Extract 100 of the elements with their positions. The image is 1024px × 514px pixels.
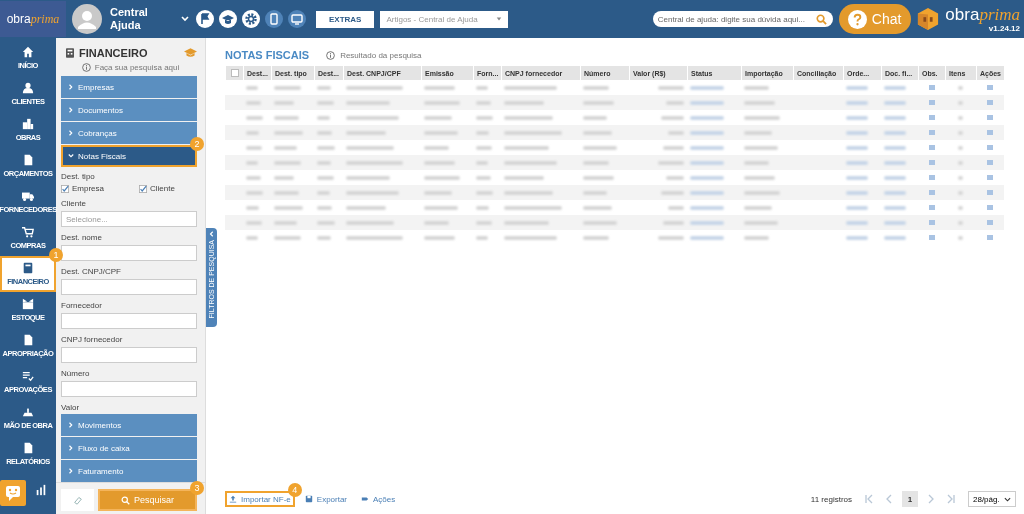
field-label: Dest. nome — [61, 233, 103, 243]
blurred-text — [317, 190, 330, 195]
blurred-text — [583, 205, 612, 210]
blurred-text — [668, 130, 684, 135]
caret-icon — [496, 16, 503, 22]
blurred-icon — [928, 235, 935, 240]
action-link[interactable]: Exportar — [300, 491, 352, 507]
blurred-text — [317, 160, 331, 165]
action-link[interactable]: Ações — [357, 491, 400, 507]
input-field[interactable] — [61, 245, 197, 261]
blurred-text — [884, 85, 906, 90]
blurred-text — [346, 175, 390, 180]
blurred-icon — [987, 220, 993, 225]
field-label: CNPJ fornecedor — [61, 335, 124, 345]
blurred-text — [317, 130, 333, 135]
blurred-text — [884, 130, 906, 135]
flag-icon[interactable] — [196, 10, 214, 28]
blurred-text — [583, 130, 612, 135]
graduation-cap-icon[interactable] — [184, 48, 197, 58]
blurred-icon — [987, 130, 993, 135]
blurred-text — [504, 220, 549, 225]
gear-icon[interactable] — [242, 10, 260, 28]
blurred-text — [504, 190, 553, 195]
previous-page-icon[interactable] — [884, 494, 894, 504]
last-page-icon[interactable] — [946, 494, 956, 504]
search-icon[interactable] — [815, 13, 827, 25]
blurred-text — [424, 175, 461, 180]
blurred-text — [246, 100, 261, 105]
input-field[interactable] — [61, 347, 197, 363]
page-button[interactable]: 1 — [902, 491, 918, 507]
blurred-text — [476, 160, 489, 165]
blurred-text — [274, 190, 299, 195]
blurred-text — [583, 145, 617, 150]
blurred-text — [504, 115, 553, 120]
blurred-text — [476, 175, 491, 180]
field-label: Cliente — [61, 199, 87, 209]
first-page-icon[interactable] — [864, 494, 874, 504]
panel-title: FINANCEIRO — [79, 47, 149, 59]
blurred-text — [663, 220, 684, 225]
checkbox[interactable] — [61, 184, 69, 193]
cube-logo-icon — [917, 6, 940, 32]
user-name[interactable]: Central Ajuda — [110, 6, 162, 32]
calculator-icon — [66, 48, 74, 58]
step-badge: 2 — [190, 137, 204, 151]
extras-button[interactable]: EXTRAS — [316, 10, 375, 28]
blurred-text — [504, 205, 562, 210]
blurred-text — [958, 115, 963, 120]
blurred-text — [744, 190, 781, 195]
blurred-text — [690, 220, 724, 225]
step-badge: 1 — [49, 248, 63, 262]
checkbox-label[interactable]: Empresa — [72, 184, 104, 193]
blurred-text — [246, 130, 260, 135]
next-page-icon[interactable] — [926, 494, 936, 504]
info-icon — [81, 63, 91, 72]
avatar-icon[interactable] — [72, 4, 102, 34]
input-field[interactable]: Selecione... — [61, 211, 197, 227]
blurred-text — [744, 160, 770, 165]
blurred-text — [663, 145, 684, 150]
eraser-icon — [72, 495, 83, 505]
blurred-text — [317, 100, 334, 105]
blurred-icon — [928, 145, 935, 150]
select-all-checkbox[interactable] — [230, 69, 239, 77]
blurred-icon — [928, 160, 935, 165]
input-field[interactable] — [61, 381, 197, 397]
clear-button[interactable] — [61, 489, 94, 511]
page-size-select[interactable]: 28/pág. — [968, 491, 1016, 507]
blurred-text — [274, 220, 297, 225]
chevron-down-icon[interactable] — [180, 14, 190, 24]
blurred-text — [246, 160, 259, 165]
blurred-text — [476, 235, 489, 240]
truck-icon — [22, 190, 34, 202]
input-field[interactable] — [61, 313, 197, 329]
blurred-text — [317, 85, 331, 90]
blurred-text — [744, 235, 770, 240]
boxes-icon — [22, 298, 34, 310]
blurred-text — [846, 205, 869, 210]
blurred-text — [884, 235, 906, 240]
blurred-icon — [987, 205, 993, 210]
blurred-text — [424, 115, 453, 120]
monitor-icon[interactable] — [288, 10, 306, 28]
blurred-text — [274, 130, 304, 135]
blurred-text — [884, 190, 906, 195]
blurred-text — [958, 175, 963, 180]
checkbox[interactable] — [139, 184, 147, 193]
blurred-text — [658, 160, 684, 165]
app-logo: obraprima — [945, 5, 1020, 24]
input-field[interactable] — [61, 279, 197, 295]
cap-icon[interactable] — [219, 10, 237, 28]
chevron-right-icon — [68, 468, 74, 474]
checkbox-label[interactable]: Cliente — [150, 184, 175, 193]
blurred-text — [424, 205, 458, 210]
help-search-field[interactable]: Central de ajuda: digite sua dúvida aqui... — [652, 11, 833, 27]
blurred-text — [274, 175, 295, 180]
blurred-text — [744, 205, 773, 210]
blurred-text — [424, 85, 455, 90]
blurred-text — [958, 145, 963, 150]
brand-logo[interactable]: obraprima — [0, 1, 66, 37]
phone-icon[interactable] — [265, 10, 283, 28]
blurred-icon — [928, 100, 935, 105]
blurred-text — [744, 220, 778, 225]
